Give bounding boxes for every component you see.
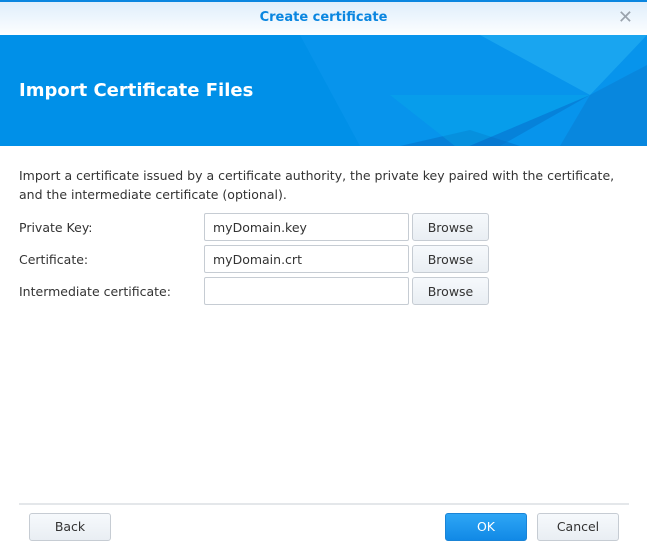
footer-divider xyxy=(19,503,629,505)
window-title: Create certificate xyxy=(259,10,388,25)
certificate-row: Certificate: Browse xyxy=(19,245,629,273)
private-key-label: Private Key: xyxy=(19,220,93,235)
intermediate-certificate-browse-button[interactable]: Browse xyxy=(412,277,489,305)
private-key-row: Private Key: Browse xyxy=(19,213,629,241)
banner-title: Import Certificate Files xyxy=(19,80,254,101)
private-key-input[interactable] xyxy=(204,213,409,241)
intermediate-certificate-label: Intermediate certificate: xyxy=(19,284,171,299)
back-button[interactable]: Back xyxy=(29,513,111,541)
header-banner: Import Certificate Files xyxy=(0,35,647,146)
title-bar: Create certificate ✕ xyxy=(0,2,647,35)
private-key-browse-button[interactable]: Browse xyxy=(412,213,489,241)
intermediate-certificate-row: Intermediate certificate: Browse xyxy=(19,277,629,305)
intermediate-certificate-input[interactable] xyxy=(204,277,409,305)
certificate-label: Certificate: xyxy=(19,252,89,267)
description: Import a certificate issued by a certifi… xyxy=(19,168,615,202)
certificate-input[interactable] xyxy=(204,245,409,273)
certificate-browse-button[interactable]: Browse xyxy=(412,245,489,273)
cancel-button[interactable]: Cancel xyxy=(537,513,619,541)
close-icon[interactable]: ✕ xyxy=(618,2,633,34)
ok-button[interactable]: OK xyxy=(445,513,527,541)
